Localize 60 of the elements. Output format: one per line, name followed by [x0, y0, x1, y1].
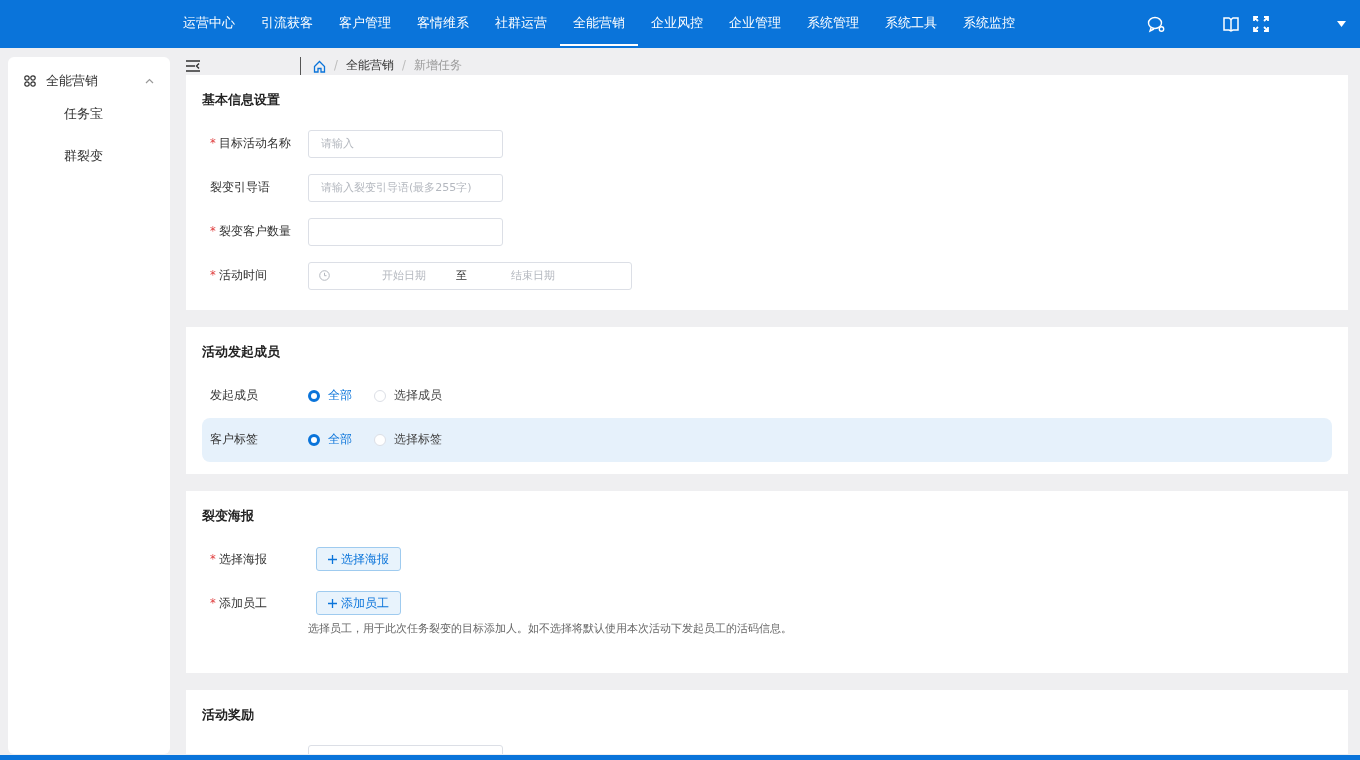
- range-separator: 至: [456, 267, 467, 284]
- radio-option[interactable]: 全部: [308, 386, 352, 405]
- input-field[interactable]: 请输入: [308, 129, 503, 158]
- clock-icon: [319, 270, 330, 282]
- field-label: 目标活动名称: [218, 136, 291, 151]
- nav-tab[interactable]: 社群运营: [482, 0, 560, 48]
- nav-tab[interactable]: 全能营销: [560, 0, 638, 48]
- required-mark: *: [210, 595, 216, 610]
- field-label: 选择海报: [218, 551, 267, 566]
- fullscreen-icon[interactable]: [1253, 16, 1269, 32]
- nav-tab[interactable]: 系统工具: [872, 0, 950, 48]
- plus-icon: [328, 554, 337, 564]
- field-label: 活动时间: [218, 268, 267, 283]
- field-label: 裂变客户数量: [218, 224, 291, 239]
- radio-option[interactable]: 全部: [308, 430, 352, 449]
- menu-group-label: 全能营销: [46, 72, 98, 91]
- nav-tab[interactable]: 运营中心: [170, 0, 248, 48]
- required-mark: *: [210, 268, 216, 283]
- menu-group[interactable]: 全能营销: [8, 69, 170, 93]
- collapse-menu-icon[interactable]: [186, 60, 200, 72]
- nav-tab[interactable]: 引流获客: [248, 0, 326, 48]
- breadcrumb-separator: /: [334, 57, 338, 75]
- field-label: 裂变引导语: [210, 180, 270, 195]
- field-label: 添加员工: [218, 595, 267, 610]
- section-title: 活动奖励: [202, 706, 255, 724]
- breadcrumb-item[interactable]: 全能营销: [345, 57, 394, 75]
- breadcrumb-item: 新增任务: [413, 57, 462, 75]
- nav-tab[interactable]: 系统监控: [950, 0, 1028, 48]
- radio-option[interactable]: 选择标签: [374, 430, 442, 449]
- section-title: 裂变海报: [202, 506, 255, 525]
- radio-option[interactable]: 选择成员: [374, 386, 442, 405]
- hint-text: 选择员工，用于此次任务裂变的目标添加人。如不选择将默认使用本次活动下发起员工的活码信息。: [307, 621, 793, 637]
- add-button[interactable]: 添加员工: [316, 591, 401, 616]
- field-label: 客户标签: [210, 431, 258, 446]
- menu-item[interactable]: 任务宝: [8, 93, 170, 135]
- plus-icon: [328, 598, 337, 608]
- nav-tab[interactable]: 客户管理: [326, 0, 404, 48]
- menu-item[interactable]: 群裂变: [8, 135, 170, 177]
- end-date-placeholder: 结束日期: [511, 267, 555, 284]
- breadcrumb-separator: /: [401, 57, 406, 75]
- book-icon[interactable]: [1223, 16, 1239, 32]
- caret-icon[interactable]: [1337, 21, 1346, 27]
- field-label: 发起成员: [210, 387, 258, 402]
- required-mark: *: [210, 224, 216, 239]
- grid-icon: [24, 75, 36, 87]
- add-button[interactable]: 选择海报: [316, 547, 401, 572]
- nav-tab[interactable]: 企业风控: [638, 0, 716, 48]
- nav-tab[interactable]: 客情维系: [404, 0, 482, 48]
- chat-icon[interactable]: [1147, 15, 1165, 33]
- nav-tab[interactable]: 系统管理: [794, 0, 872, 48]
- input-field[interactable]: 请输入裂变引导语(最多255字): [308, 173, 503, 202]
- section-title: 基本信息设置: [202, 91, 281, 109]
- input-field[interactable]: [308, 217, 503, 246]
- nav-tab[interactable]: 企业管理: [716, 0, 794, 48]
- required-mark: *: [210, 136, 216, 151]
- date-range-field[interactable]: 开始日期 至 结束日期: [308, 261, 632, 290]
- required-mark: *: [210, 551, 216, 566]
- start-date-placeholder: 开始日期: [382, 267, 426, 284]
- home-icon[interactable]: [313, 59, 326, 73]
- section-title: 活动发起成员: [202, 342, 281, 361]
